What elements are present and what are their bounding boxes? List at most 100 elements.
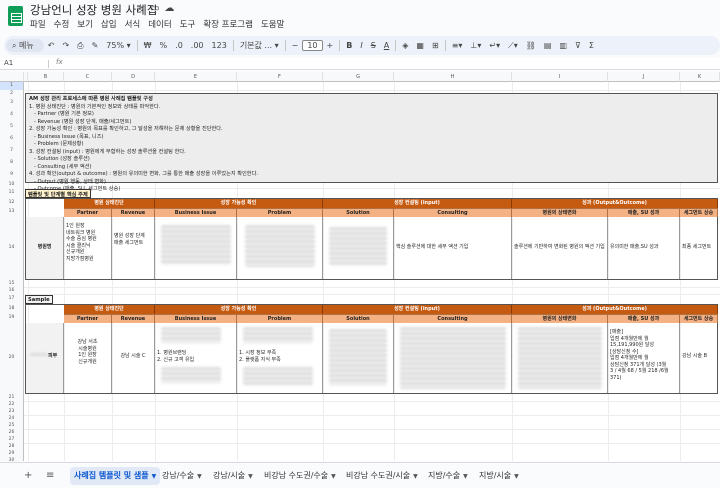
row-header-2[interactable]: 2 <box>0 90 24 97</box>
font-size-input[interactable]: 10 <box>302 40 323 51</box>
sheet-tab-gangnam-procedure[interactable]: 강남/시술 ▼ <box>209 467 257 485</box>
row-header-11[interactable]: 11 <box>0 188 24 198</box>
sheet-tab-regional-procedure[interactable]: 지방/시술 ▼ <box>475 467 523 485</box>
row-header-20[interactable]: 20 <box>0 322 24 394</box>
row-header-27[interactable]: 27 <box>0 436 24 443</box>
add-sheet-icon[interactable]: + <box>24 470 32 481</box>
row-header-14[interactable]: 14 <box>0 216 24 280</box>
header-outcome[interactable]: 성과 (Output&Outcome) <box>512 199 718 208</box>
column-header-d[interactable]: D <box>112 72 155 82</box>
column-header-e[interactable]: E <box>155 72 237 82</box>
state-change-cell[interactable] <box>512 323 608 393</box>
row-header-5[interactable]: 5 <box>0 121 24 133</box>
row-header-21[interactable]: 21 <box>0 394 24 401</box>
header-sales-su[interactable]: 매출, SU 성과 <box>608 314 680 323</box>
chevron-down-icon[interactable]: ▼ <box>413 473 418 480</box>
row-header-16[interactable]: 16 <box>0 287 24 294</box>
row-header-1[interactable]: 1 <box>0 82 24 90</box>
currency-button[interactable]: ₩ <box>140 41 156 50</box>
row-label-hospital-name[interactable]: 병원명 <box>26 217 64 279</box>
header-business-issue[interactable]: Business Issue <box>155 314 237 323</box>
header-state-change[interactable]: 병원의 상태변화 <box>512 314 608 323</box>
italic-icon[interactable]: I <box>356 41 366 50</box>
font-size-increase-icon[interactable]: + <box>323 41 338 50</box>
row-header-10[interactable]: 10 <box>0 181 24 188</box>
sales-su-cell[interactable]: 유의미한 매출,SU 성과 <box>608 217 680 279</box>
filter-icon[interactable]: ⊽ <box>571 41 585 50</box>
sheet-grid[interactable]: B C D E F G H I J K 1 2 3 4 5 6 7 8 9 10… <box>0 72 720 461</box>
header-outcome[interactable]: 성과 (Output&Outcome) <box>512 305 718 314</box>
row-header-4[interactable]: 4 <box>0 109 24 121</box>
sheet-tab-metro-surgery[interactable]: 비강남 수도권/수술 ▼ <box>260 467 340 485</box>
header-solution[interactable]: Solution <box>323 208 394 217</box>
increase-decimal-button[interactable]: .00 <box>187 41 208 50</box>
sheet-tab-gangnam-surgery[interactable]: 강남/수술 ▼ <box>158 467 206 485</box>
menu-extensions[interactable]: 확장 프로그램 <box>203 18 253 30</box>
chevron-down-icon[interactable]: ▼ <box>331 473 336 480</box>
row-header-19[interactable]: 19 <box>0 313 24 322</box>
header-business-issue[interactable]: Business Issue <box>155 208 237 217</box>
solution-cell[interactable] <box>323 323 394 393</box>
row-header-9[interactable]: 9 <box>0 169 24 181</box>
fill-color-icon[interactable]: ◈ <box>398 41 412 50</box>
sample-hospital-name[interactable]: 피부 <box>26 323 64 393</box>
text-rotate-icon[interactable]: ⟋▾ <box>504 41 522 51</box>
star-icon[interactable]: ☆ <box>136 3 150 14</box>
row-header-7[interactable]: 7 <box>0 145 24 157</box>
row-header-23[interactable]: 23 <box>0 408 24 415</box>
font-size-decrease-icon[interactable]: − <box>288 41 303 50</box>
problem-cell[interactable]: 1. 시장 정보 부족 2. 플랫폼 지식 부족 <box>237 323 323 393</box>
template-table-label[interactable]: 템플릿 및 단계별 핵심 주제 <box>25 189 91 198</box>
row-header-8[interactable]: 8 <box>0 157 24 169</box>
row-header-13[interactable]: 13 <box>0 207 24 216</box>
business-issue-cell[interactable]: 1. 병원브랜딩 2. 신규 고객 유입 <box>155 323 237 393</box>
row-header-25[interactable]: 25 <box>0 422 24 429</box>
partner-cell[interactable]: 1인 원장 네트워크 병원 수술 중심 병원 시술 클리닉 신규개원 지방가점병… <box>64 217 112 279</box>
problem-cell[interactable] <box>237 217 323 279</box>
chevron-down-icon[interactable]: ▼ <box>152 473 157 480</box>
row-header-22[interactable]: 22 <box>0 401 24 408</box>
column-header-k[interactable]: K <box>680 72 720 82</box>
row-header-28[interactable]: 28 <box>0 443 24 450</box>
select-all-corner[interactable] <box>0 72 24 82</box>
chevron-down-icon[interactable]: ▼ <box>197 473 202 480</box>
row-header-30[interactable]: 30 <box>0 457 24 461</box>
column-header-j[interactable]: J <box>608 72 680 82</box>
align-vertical-icon[interactable]: ⊥▾ <box>466 41 485 50</box>
revenue-cell[interactable]: 병원 성장 단계 매출 세그먼트 <box>112 217 155 279</box>
sheet-tab-template[interactable]: 사례집 템플릿 및 샘플 ▼ <box>70 467 161 485</box>
header-diagnosis[interactable]: 병원 상태진단 <box>64 305 155 314</box>
header-growth-potential[interactable]: 성장 가능성 확인 <box>155 199 323 208</box>
row-header-3[interactable]: 3 <box>0 97 24 109</box>
header-revenue[interactable]: Revenue <box>112 314 155 323</box>
revenue-cell[interactable]: 강남 시술 C <box>112 323 155 393</box>
merge-cells-icon[interactable]: ⊞ <box>428 41 443 50</box>
align-horizontal-icon[interactable]: ≡▾ <box>448 41 467 50</box>
header-consulting[interactable]: Consulting <box>394 208 512 217</box>
business-issue-cell[interactable] <box>155 217 237 279</box>
consulting-cell[interactable]: 핵심 솔루션에 대한 세부 액션 기입 <box>394 217 512 279</box>
menu-view[interactable]: 보기 <box>77 18 93 30</box>
header-revenue[interactable]: Revenue <box>112 208 155 217</box>
menu-insert[interactable]: 삽입 <box>101 18 117 30</box>
header-state-change[interactable]: 병원의 상태변화 <box>512 208 608 217</box>
header-segment[interactable]: 세그먼트 상승 <box>680 314 718 323</box>
borders-icon[interactable]: ▦ <box>412 41 428 50</box>
sheet-tab-regional-surgery[interactable]: 지방/수술 ▼ <box>424 467 472 485</box>
zoom-select[interactable]: 75% ▾ <box>102 41 134 50</box>
menu-file[interactable]: 파일 <box>30 18 46 30</box>
menu-search[interactable]: ⌕ 메뉴 <box>6 39 44 52</box>
number-format-button[interactable]: 123 <box>208 41 231 50</box>
header-segment[interactable]: 세그먼트 상승 <box>680 208 718 217</box>
font-select[interactable]: 기본값 ... ▾ <box>236 40 283 51</box>
row-header-15[interactable]: 15 <box>0 280 24 287</box>
row-header-29[interactable]: 29 <box>0 450 24 457</box>
column-header-b[interactable]: B <box>28 72 64 82</box>
header-diagnosis[interactable]: 병원 상태진단 <box>64 199 155 208</box>
header-partner[interactable]: Partner <box>64 314 112 323</box>
header-partner[interactable]: Partner <box>64 208 112 217</box>
comment-icon[interactable]: ▤ <box>540 41 556 50</box>
header-sales-su[interactable]: 매출, SU 성과 <box>608 208 680 217</box>
row-header-24[interactable]: 24 <box>0 415 24 422</box>
row-header-17[interactable]: 17 <box>0 294 24 304</box>
